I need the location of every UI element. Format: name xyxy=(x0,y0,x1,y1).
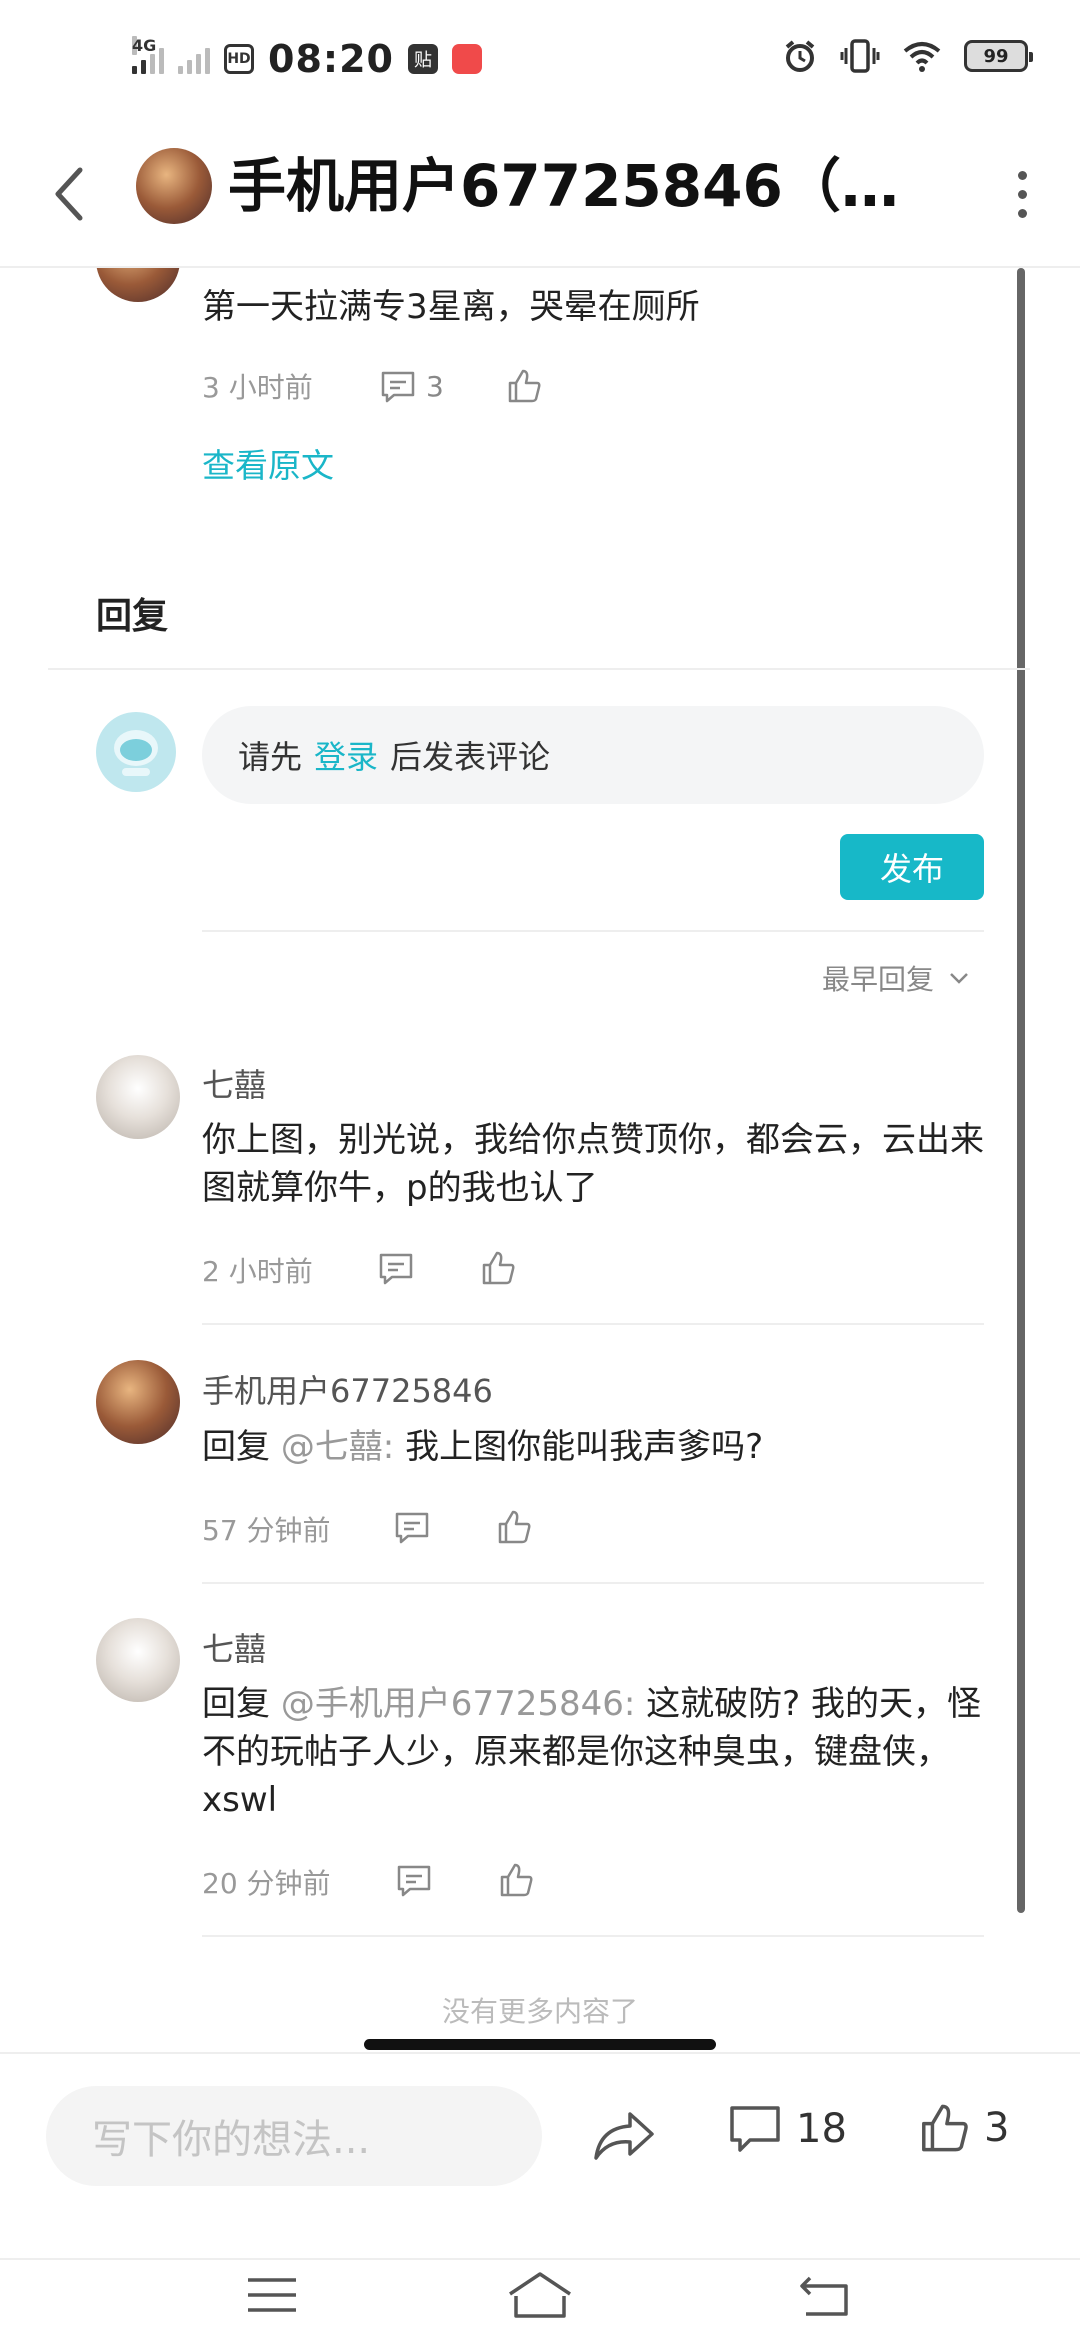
reply-prefix: 回复 xyxy=(202,1684,270,1724)
author-avatar[interactable] xyxy=(136,148,212,224)
divider xyxy=(202,1323,984,1325)
home-icon[interactable] xyxy=(506,2270,574,2320)
sort-label: 最早回复 xyxy=(822,963,935,996)
page-title: 手机用户67725846（… xyxy=(228,152,899,220)
comment-body: 我上图你能叫我声爹吗? xyxy=(405,1427,764,1467)
divider xyxy=(202,930,984,932)
comment-line: 不的玩帖子人少，原来都是你这种臭虫，键盘侠， xyxy=(202,1732,950,1772)
comment-time: 2 小时前 xyxy=(202,1255,313,1288)
post-time: 3 小时前 xyxy=(202,371,313,404)
reply-prefix: 回复 xyxy=(202,1427,270,1467)
reply-icon[interactable] xyxy=(378,1252,414,1286)
scrollbar[interactable] xyxy=(1017,268,1025,1913)
login-prompt-suffix: 后发表评论 xyxy=(390,738,551,776)
like-icon[interactable] xyxy=(506,368,542,404)
login-link[interactable]: 登录 xyxy=(314,732,378,778)
comment-time: 20 分钟前 xyxy=(202,1867,331,1900)
comment-bubble-icon xyxy=(730,2106,780,2152)
comment-line: 回复 @手机用户67725846: 这就破防? 我的天，怪 xyxy=(202,1680,981,1728)
reply-icon[interactable] xyxy=(394,1511,430,1545)
menu-icon[interactable] xyxy=(244,2270,300,2320)
post-text: 第一天拉满专3星离，哭晕在厕所 xyxy=(202,287,700,327)
chevron-down-icon xyxy=(950,973,968,984)
like-button[interactable]: 3 xyxy=(918,2102,1009,2154)
login-to-comment-box[interactable]: 请先 登录 后发表评论 xyxy=(202,706,984,804)
gesture-indicator[interactable] xyxy=(364,2039,716,2050)
no-more-content: 没有更多内容了 xyxy=(441,1995,638,2028)
commenter-name[interactable]: 七囍 xyxy=(202,1624,266,1670)
share-icon[interactable] xyxy=(592,2108,656,2164)
publish-button[interactable]: 发布 xyxy=(840,834,984,900)
guest-avatar xyxy=(96,712,176,792)
app-notification-icon xyxy=(451,44,482,74)
more-options-icon[interactable] xyxy=(992,160,1052,228)
divider xyxy=(48,668,1030,670)
guest-avatar-icon xyxy=(114,730,158,776)
like-total: 3 xyxy=(984,2105,1010,2151)
reply-mention[interactable]: @七囍: xyxy=(281,1427,394,1467)
commenter-avatar[interactable] xyxy=(96,1618,180,1702)
sort-dropdown[interactable]: 最早回复 xyxy=(822,958,970,998)
signal-icon: 4G xyxy=(132,36,164,74)
signal-2-icon xyxy=(178,44,210,74)
vibrate-icon xyxy=(840,39,880,73)
battery-icon: 99 xyxy=(964,40,1033,72)
comment-text: 你上图，别光说，我给你点赞顶你，都会云，云出来 图就算你牛，p的我也认了 xyxy=(202,1116,984,1212)
system-nav-bar xyxy=(0,2258,1080,2340)
bottom-action-bar: 写下你的想法... 18 3 xyxy=(0,2052,1080,2256)
clock: 08:20 xyxy=(268,37,394,81)
commenter-name[interactable]: 七囍 xyxy=(202,1060,266,1106)
comment-input[interactable]: 写下你的想法... xyxy=(46,2086,542,2186)
comment-text: 回复 @七囍: 我上图你能叫我声爹吗? xyxy=(202,1423,763,1471)
comment-line: xswl xyxy=(202,1780,278,1820)
back-nav-icon[interactable] xyxy=(796,2270,852,2320)
wifi-icon xyxy=(903,42,941,72)
post-comment-count: 3 xyxy=(426,370,444,403)
top-app-bar: 手机用户67725846（… xyxy=(0,120,1080,268)
comment-line: 图就算你牛，p的我也认了 xyxy=(202,1168,598,1208)
comment-body: 这就破防? 我的天，怪 xyxy=(646,1684,981,1724)
like-icon[interactable] xyxy=(480,1250,516,1286)
comment-text: 回复 @手机用户67725846: 这就破防? 我的天，怪 不的玩帖子人少，原来… xyxy=(202,1680,981,1824)
status-bar: 4G HD 08:20 贴 99 xyxy=(0,0,1080,120)
like-icon[interactable] xyxy=(496,1509,532,1545)
commenter-avatar[interactable] xyxy=(96,1360,180,1444)
comment-line: 你上图，别光说，我给你点赞顶你，都会云，云出来 xyxy=(202,1120,984,1160)
commenter-avatar[interactable] xyxy=(96,1055,180,1139)
divider xyxy=(202,1582,984,1584)
reply-icon[interactable] xyxy=(396,1864,432,1898)
reply-mention[interactable]: @手机用户67725846: xyxy=(281,1684,636,1724)
view-original-link[interactable]: 查看原文 xyxy=(202,442,334,490)
like-icon[interactable] xyxy=(498,1862,534,1898)
comments-button[interactable]: 18 xyxy=(728,2104,847,2154)
commenter-name[interactable]: 手机用户67725846 xyxy=(202,1366,493,1412)
hd-icon: HD xyxy=(224,44,254,74)
divider xyxy=(202,1935,984,1937)
comment-time: 57 分钟前 xyxy=(202,1514,331,1547)
login-prompt-prefix: 请先 xyxy=(238,738,303,776)
reply-heading: 回复 xyxy=(96,596,169,637)
network-type: 4G xyxy=(132,36,157,55)
comment-icon[interactable] xyxy=(380,370,416,404)
back-arrow-icon[interactable] xyxy=(44,162,92,226)
thumbs-up-icon xyxy=(922,2104,968,2152)
tieba-icon: 贴 xyxy=(407,44,438,74)
comment-total: 18 xyxy=(796,2106,847,2152)
alarm-icon xyxy=(785,40,815,72)
status-right: 99 xyxy=(782,38,1033,74)
status-left: 4G HD 08:20 贴 xyxy=(132,34,482,84)
